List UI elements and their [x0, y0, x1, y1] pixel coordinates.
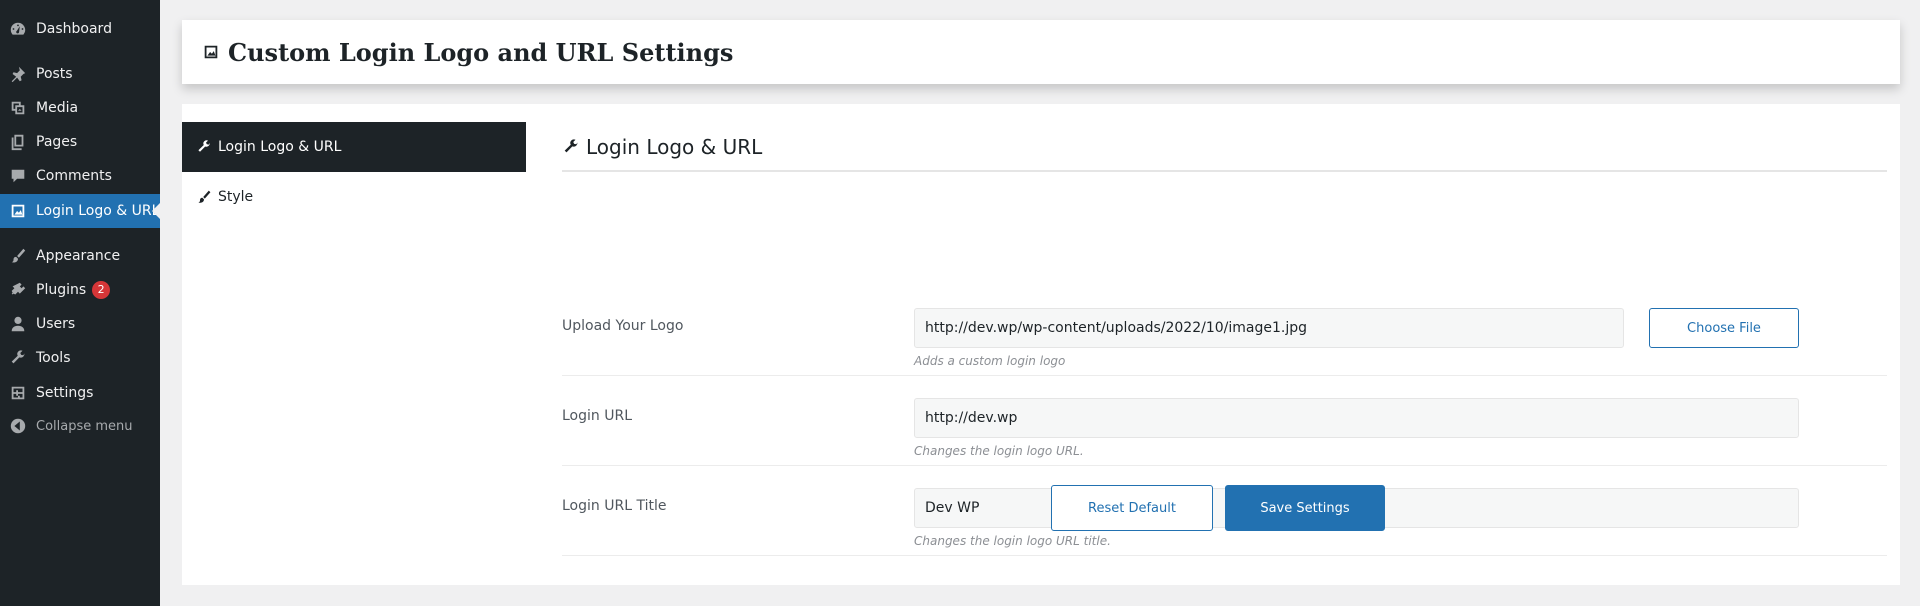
settings-tabs: Login Logo & URL Style	[182, 122, 526, 222]
tab-label: Style	[218, 189, 254, 205]
sidebar-item-label: Media	[36, 100, 79, 116]
sidebar-item-label: Dashboard	[36, 21, 112, 37]
logo-url-input[interactable]	[914, 308, 1624, 348]
user-icon	[0, 315, 36, 333]
dashboard-icon	[0, 20, 36, 38]
tab-style[interactable]: Style	[182, 172, 526, 222]
comment-icon	[0, 167, 36, 185]
tab-login-logo-url[interactable]: Login Logo & URL	[182, 122, 526, 172]
wrench-icon	[198, 140, 210, 152]
sidebar-item-appearance[interactable]: Appearance	[0, 239, 160, 273]
login-url-row: Login URL Changes the login logo URL.	[562, 376, 1887, 466]
pin-icon	[0, 65, 36, 83]
wrench-icon	[564, 139, 578, 153]
brush-icon	[0, 247, 36, 265]
wrench-icon	[0, 349, 36, 367]
sidebar-item-label: Pages	[36, 134, 78, 150]
sidebar-item-posts[interactable]: Posts	[0, 57, 160, 91]
login-url-description: Changes the login logo URL.	[914, 444, 1084, 458]
collapse-icon	[0, 417, 36, 435]
sidebar-item-label: Posts	[36, 66, 73, 82]
collapse-menu-button[interactable]: Collapse menu	[0, 409, 160, 443]
sidebar-item-plugins[interactable]: Plugins 2	[0, 273, 160, 307]
login-url-input[interactable]	[914, 398, 1799, 438]
upload-logo-description: Adds a custom login logo	[914, 354, 1066, 368]
settings-icon	[0, 384, 36, 402]
sidebar-item-comments[interactable]: Comments	[0, 159, 160, 193]
reset-default-button[interactable]: Reset Default	[1051, 485, 1213, 531]
settings-panel: Login Logo & URL Style Login Logo & URL …	[182, 104, 1900, 585]
sidebar-item-tools[interactable]: Tools	[0, 341, 160, 375]
brush-icon	[198, 190, 211, 203]
admin-sidebar: Dashboard Posts Media Pages Comments Log…	[0, 0, 160, 606]
sidebar-item-label: Users	[36, 316, 76, 332]
choose-file-button[interactable]: Choose File	[1649, 308, 1799, 348]
media-icon	[0, 99, 36, 117]
page-title: Custom Login Logo and URL Settings	[228, 37, 734, 67]
upload-logo-label: Upload Your Logo	[562, 318, 684, 334]
sidebar-item-users[interactable]: Users	[0, 307, 160, 341]
login-url-title-description: Changes the login logo URL title.	[914, 534, 1111, 548]
sidebar-item-pages[interactable]: Pages	[0, 125, 160, 159]
image-icon	[0, 202, 36, 220]
tab-label: Login Logo & URL	[218, 139, 342, 155]
sidebar-item-label: Plugins	[36, 282, 87, 298]
pages-icon	[0, 133, 36, 151]
sidebar-item-label: Settings	[36, 385, 94, 401]
sidebar-item-label: Login Logo & URL	[36, 203, 160, 219]
page-header: Custom Login Logo and URL Settings	[182, 20, 1900, 84]
login-url-label: Login URL	[562, 408, 632, 424]
plugin-icon	[0, 281, 36, 299]
sidebar-item-login-logo-url[interactable]: Login Logo & URL	[0, 194, 160, 228]
save-settings-button[interactable]: Save Settings	[1225, 485, 1385, 531]
sidebar-item-label: Appearance	[36, 248, 121, 264]
image-icon	[202, 43, 220, 61]
sidebar-item-settings[interactable]: Settings	[0, 376, 160, 410]
login-url-title-label: Login URL Title	[562, 498, 667, 514]
sidebar-item-dashboard[interactable]: Dashboard	[0, 12, 160, 46]
upload-logo-row: Upload Your Logo Choose File Adds a cust…	[562, 286, 1887, 376]
sidebar-item-label: Tools	[36, 350, 71, 366]
sidebar-item-label: Collapse menu	[36, 418, 133, 434]
plugins-update-badge: 2	[92, 281, 111, 299]
section-title-text: Login Logo & URL	[586, 135, 763, 159]
section-title: Login Logo & URL	[562, 124, 1887, 172]
sidebar-item-media[interactable]: Media	[0, 91, 160, 125]
sidebar-item-label: Comments	[36, 168, 112, 184]
